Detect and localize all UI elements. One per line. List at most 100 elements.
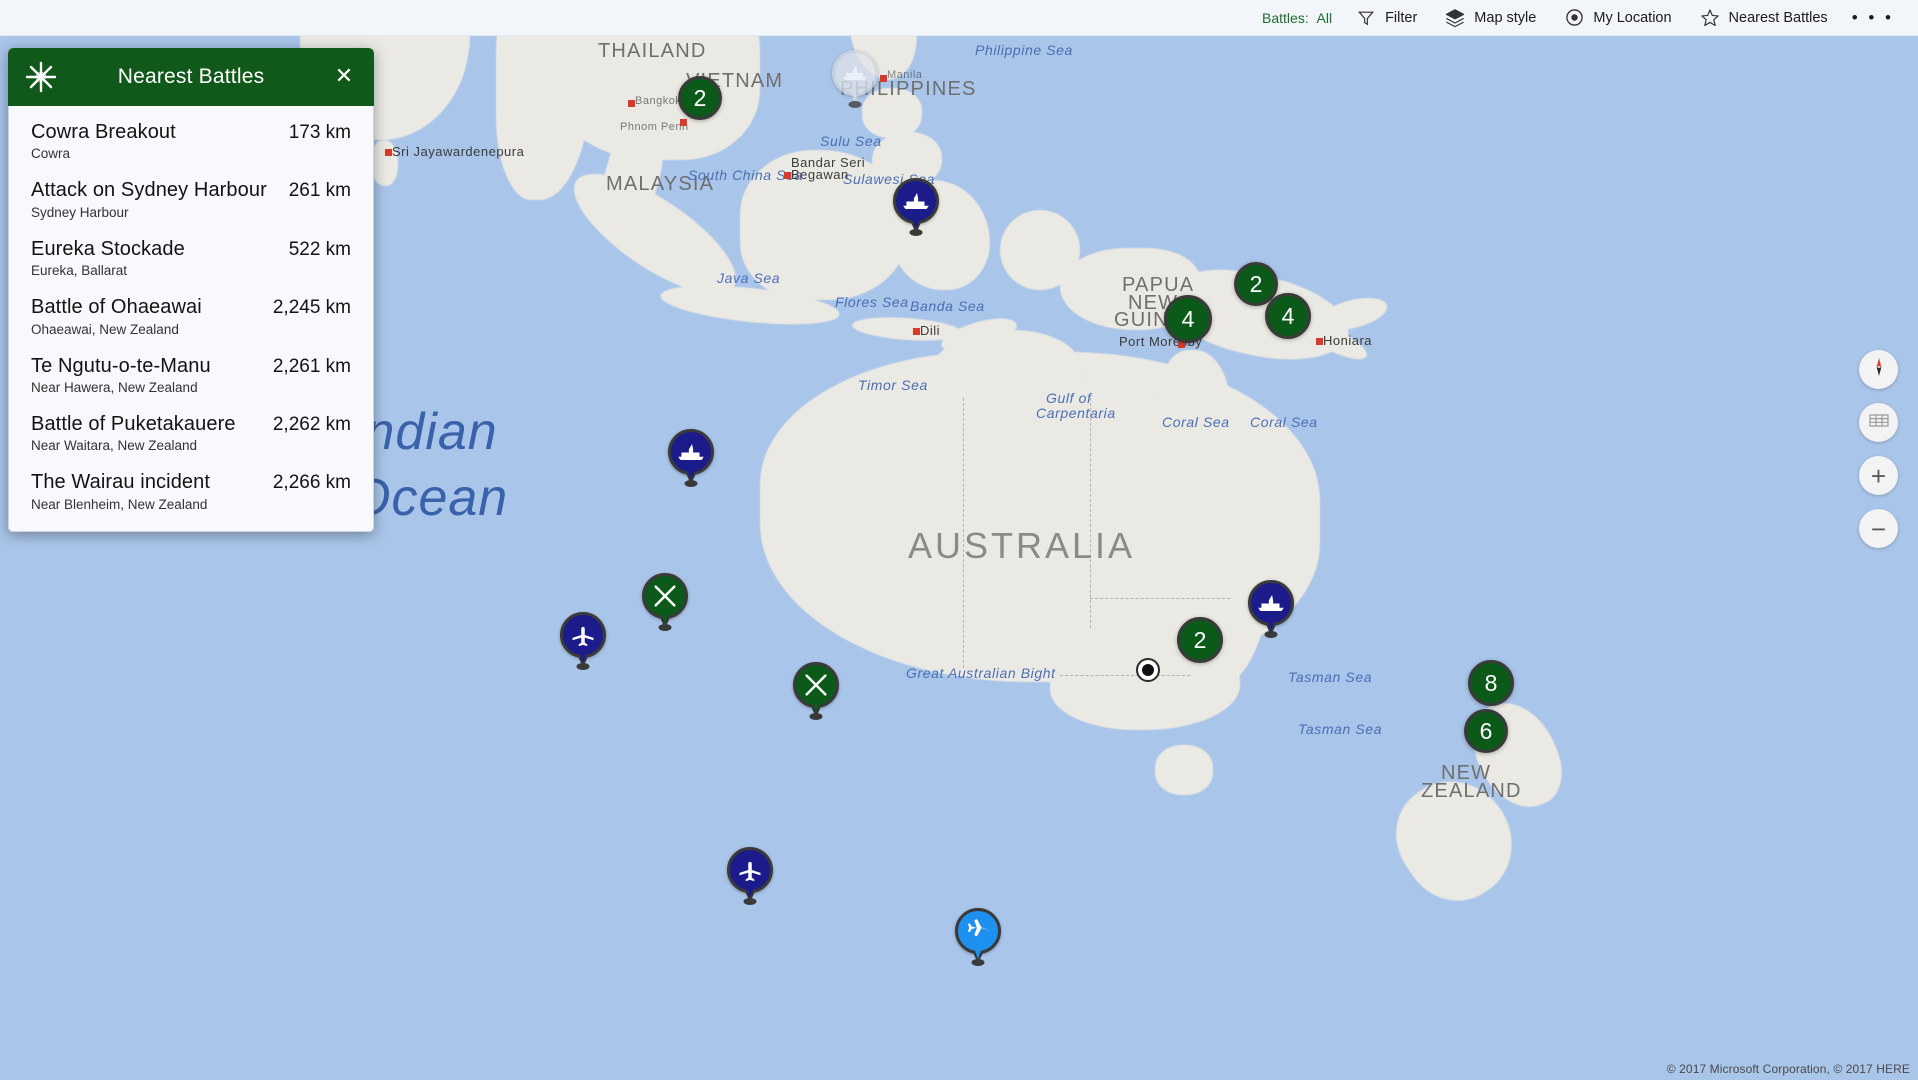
map-label-country-thailand: THAILAND <box>598 40 707 62</box>
map-label-city: Phnom Penh <box>620 121 689 133</box>
warship-icon <box>668 429 714 475</box>
map-pin-battle-air[interactable] <box>727 847 773 905</box>
map-label-sea: Coral Sea <box>1162 414 1230 430</box>
list-item-text: Battle of Ohaeawai Ohaeawai, New Zealand <box>31 296 202 336</box>
panel-title: Nearest Battles <box>117 65 265 88</box>
compass-needle-icon <box>1868 356 1890 383</box>
list-item[interactable]: Te Ngutu-o-te-Manu Near Hawera, New Zeal… <box>9 346 373 404</box>
pin-base <box>909 229 923 236</box>
map-label-sea: Coral Sea <box>1250 414 1318 430</box>
city-dot <box>880 75 887 82</box>
map-label-sea: Tasman Sea <box>1288 669 1373 685</box>
map-cluster-marker[interactable]: 8 <box>1468 660 1514 706</box>
map-label-sea: Timor Sea <box>858 377 928 393</box>
map-pin-battle-air[interactable] <box>560 612 606 670</box>
overflow-menu-button[interactable]: • • • <box>1842 8 1904 28</box>
pin-base <box>848 101 862 108</box>
compass-button[interactable] <box>1859 350 1898 389</box>
zoom-in-button[interactable]: + <box>1859 456 1898 495</box>
map-pin-battle-naval[interactable] <box>1248 580 1294 638</box>
nearest-battles-button[interactable]: Nearest Battles <box>1686 0 1842 36</box>
tilt-3d-button[interactable] <box>1859 403 1898 442</box>
map-label-city: Dili <box>920 323 941 338</box>
list-item[interactable]: The Wairau incident Near Blenheim, New Z… <box>9 462 373 520</box>
battle-distance: 2,266 km <box>272 472 351 494</box>
battle-place: Near Waitara, New Zealand <box>31 438 198 454</box>
pin-base <box>743 898 757 905</box>
nearest-battles-button-label: Nearest Battles <box>1728 9 1828 26</box>
list-item[interactable]: Attack on Sydney Harbour Sydney Harbour … <box>9 170 373 228</box>
minus-icon: − <box>1870 513 1887 544</box>
map-label-city: Begawan <box>791 167 849 182</box>
map-pin-ghost[interactable] <box>832 50 878 108</box>
map-pin-battle-land[interactable] <box>793 662 839 720</box>
pin-base <box>658 624 672 631</box>
map-cluster-marker[interactable]: 4 <box>1265 293 1311 339</box>
battle-name: Attack on Sydney Harbour <box>31 179 267 202</box>
battle-name: Te Ngutu-o-te-Manu <box>31 354 211 377</box>
map-label-sea: Tasman Sea <box>1298 721 1383 737</box>
battle-place: Sydney Harbour <box>31 204 129 220</box>
map-cluster-marker[interactable]: 4 <box>1164 295 1212 343</box>
pin-base <box>1264 631 1278 638</box>
swords-icon <box>793 662 839 708</box>
battle-distance: 173 km <box>288 122 351 143</box>
map-label-sea: Great Australian Bight <box>906 665 1056 681</box>
filter-button-label: Filter <box>1385 9 1418 26</box>
map-attribution: © 2017 Microsoft Corporation, © 2017 HER… <box>1666 1062 1910 1076</box>
city-dot <box>385 149 392 156</box>
top-toolbar: Battles: All Filter Map style My Locatio… <box>0 0 1918 36</box>
city-dot <box>913 328 920 335</box>
city-dot <box>784 172 791 179</box>
plus-icon: + <box>1870 460 1887 491</box>
battle-distance: 2,261 km <box>272 355 351 377</box>
list-item[interactable]: Cowra Breakout Cowra 173 km <box>9 112 373 170</box>
list-item[interactable]: Battle of Puketakauere Near Waitara, New… <box>9 404 373 462</box>
map-cluster-marker[interactable]: 2 <box>678 76 722 120</box>
map-pin-selected-air[interactable] <box>955 908 1001 966</box>
nearest-battles-panel: Nearest Battles ✕ Cowra Breakout Cowra 1… <box>8 48 374 532</box>
map-pin-battle-land[interactable] <box>642 573 688 631</box>
map-pin-battle-naval[interactable] <box>893 178 939 236</box>
map-label-sea: Java Sea <box>717 270 781 286</box>
pin-base <box>684 480 698 487</box>
pin-base <box>971 959 985 966</box>
filter-button[interactable]: Filter <box>1342 0 1431 36</box>
map-label-country-nz-zealand: ZEALAND <box>1421 780 1522 802</box>
my-location-marker[interactable] <box>1136 658 1160 682</box>
list-item-text: Attack on Sydney Harbour Sydney Harbour <box>31 179 267 219</box>
city-dot <box>1316 338 1323 345</box>
state-border-nsw-vic <box>1060 675 1190 676</box>
battle-distance: 261 km <box>288 180 351 202</box>
zoom-out-button[interactable]: − <box>1859 509 1898 548</box>
map-cluster-marker[interactable]: 6 <box>1464 709 1508 753</box>
map-label-city: Sri Jayawardenepura <box>392 144 525 159</box>
list-item[interactable]: Eureka Stockade Eureka, Ballarat 522 km <box>9 229 373 287</box>
map-cluster-marker[interactable]: 2 <box>1177 617 1223 663</box>
battle-name: Battle of Puketakauere <box>31 412 236 435</box>
state-border-qld-nsw <box>1090 598 1230 599</box>
my-location-button[interactable]: My Location <box>1550 0 1685 36</box>
map-label-city: Manila <box>887 69 923 81</box>
list-item[interactable]: Battle of Ohaeawai Ohaeawai, New Zealand… <box>9 287 373 345</box>
map-style-button-label: Map style <box>1474 9 1537 26</box>
map-pin-battle-naval[interactable] <box>668 429 714 487</box>
my-location-dot-inner <box>1142 664 1154 676</box>
battle-place: Eureka, Ballarat <box>31 263 128 279</box>
map-label-sea: Gulf of <box>1046 390 1092 406</box>
map-label-country-australia: AUSTRALIA <box>908 525 1136 566</box>
pin-base <box>809 713 823 720</box>
city-dot <box>628 100 635 107</box>
layers-icon <box>1445 8 1465 28</box>
aircraft-icon <box>955 908 1001 954</box>
battle-place: Near Blenheim, New Zealand <box>31 496 208 512</box>
city-dot <box>680 119 687 126</box>
aircraft-icon <box>727 847 773 893</box>
landmass-tasmania <box>1155 745 1213 795</box>
map-style-button[interactable]: Map style <box>1431 0 1550 36</box>
star-icon <box>1700 8 1720 28</box>
state-border-nt-qld <box>1090 398 1091 628</box>
battle-name: Battle of Ohaeawai <box>31 296 202 319</box>
my-location-button-label: My Location <box>1593 9 1672 26</box>
close-icon[interactable]: ✕ <box>330 62 358 90</box>
